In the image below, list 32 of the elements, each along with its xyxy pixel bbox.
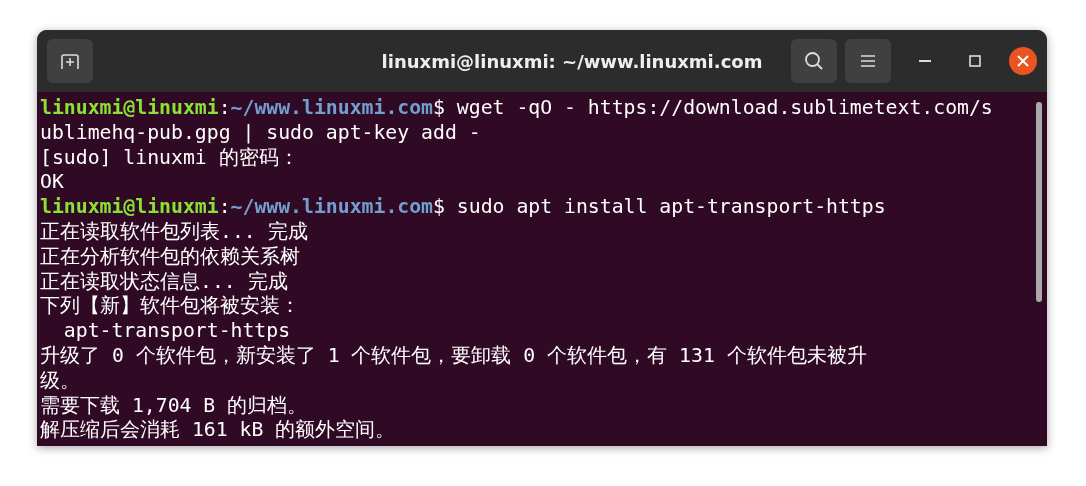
output-line: 解压缩后会消耗 161 kB 的额外空间。	[40, 418, 397, 444]
output-line: apt-transport-https	[62, 319, 292, 344]
new-tab-button[interactable]	[47, 39, 93, 83]
output-line: 需要下载 1,704 B 的归档。	[40, 393, 309, 419]
close-button[interactable]	[1009, 47, 1037, 75]
output-line: ublimehq-pub.gpg | sudo apt-key add -	[40, 120, 482, 146]
window-title: linuxmi@linuxmi: ~/www.linuxmi.com	[380, 50, 764, 72]
new-tab-icon	[60, 52, 80, 70]
scrollbar[interactable]	[1036, 102, 1042, 302]
search-button[interactable]	[791, 39, 837, 83]
output-line: 正在分析软件包的依赖关系树	[40, 244, 301, 270]
output-line: 正在读取状态信息... 完成	[40, 269, 289, 295]
menu-button[interactable]	[845, 39, 891, 83]
prompt-path: ~/www.linuxmi.com	[230, 96, 434, 119]
minimize-icon	[919, 59, 931, 63]
maximize-icon	[969, 55, 981, 67]
output-line: 级。	[40, 368, 81, 394]
menu-icon	[860, 54, 876, 68]
output-line: OK	[40, 170, 65, 196]
prompt-separator: :	[218, 96, 231, 119]
output-line: 正在读取软件包列表... 完成	[40, 220, 309, 245]
command-text: $ wget -qO - https://download.sublimetext.com/s	[433, 96, 993, 119]
output-line: [sudo] linuxmi 的密码：	[40, 145, 300, 171]
close-icon	[1017, 55, 1029, 67]
output-line: 升级了 0 个软件包，新安装了 1 个软件包，要卸载 0 个软件包，有 131 个软件包未被升	[40, 343, 868, 369]
command-text: $ sudo apt install apt-transport-https	[433, 195, 886, 219]
prompt-path: ~/www.linuxmi.com	[230, 195, 434, 219]
output-line: 下列【新】软件包将被安装：	[40, 294, 301, 320]
search-icon	[804, 51, 824, 71]
prompt-separator: :	[218, 195, 231, 219]
prompt-user: linuxmi@linuxmi	[40, 195, 219, 219]
prompt-user: linuxmi@linuxmi	[40, 96, 219, 119]
